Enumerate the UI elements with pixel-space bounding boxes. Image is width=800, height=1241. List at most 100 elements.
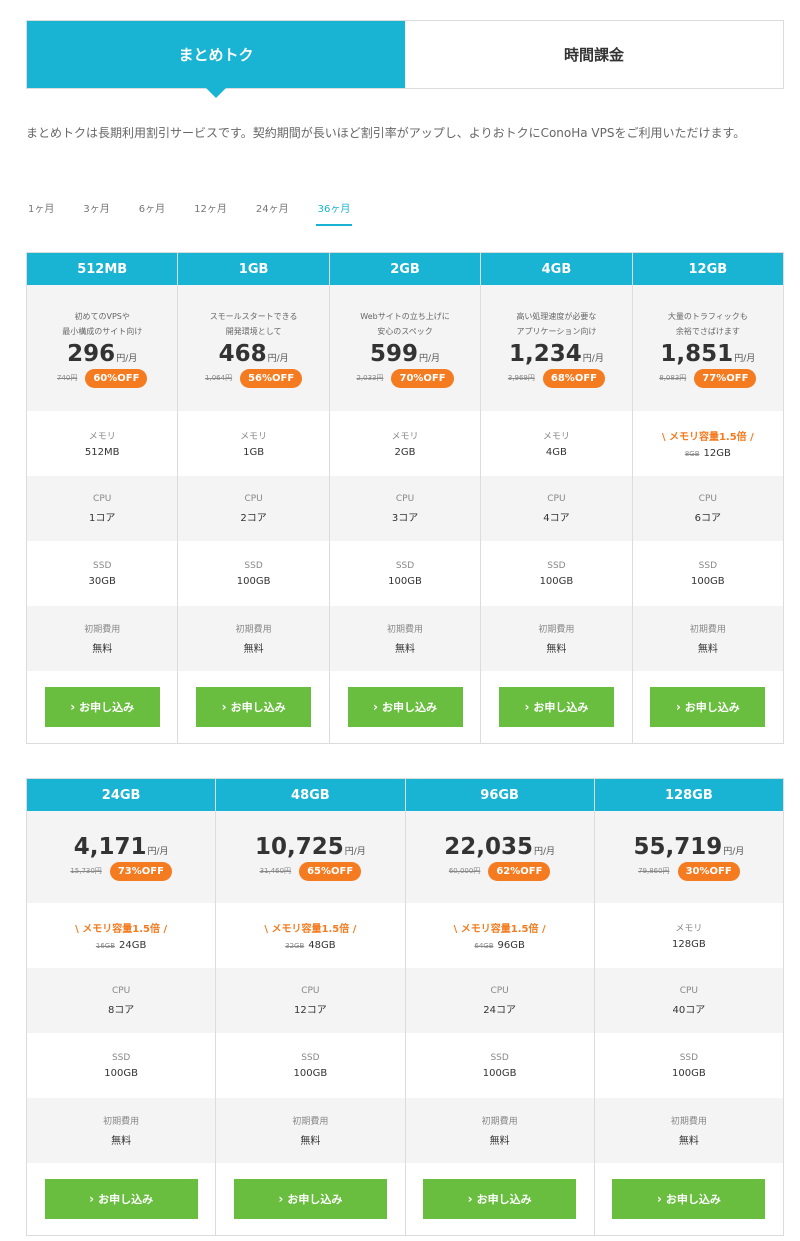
price-unit: 円/月 — [723, 846, 745, 857]
duration-1-month[interactable]: 1ヶ月 — [26, 200, 56, 226]
initial-cost-label: 初期費用 — [103, 1117, 140, 1127]
plan-tagline-line-1: 初めてのVPSや — [74, 311, 130, 321]
cpu-value: 6コア — [694, 512, 722, 524]
spec-cpu: CPU 40コア — [594, 968, 783, 1033]
spec-cpu: CPU 3コア — [329, 476, 481, 541]
duration-24-months[interactable]: 24ヶ月 — [254, 200, 291, 226]
initial-cost-label: 初期費用 — [689, 625, 726, 635]
spec-memory: メモリ 128GB — [595, 903, 783, 968]
cpu-label: CPU — [301, 985, 320, 996]
duration-3-months[interactable]: 3ヶ月 — [81, 200, 111, 226]
ssd-value: 100GB — [690, 575, 725, 587]
plan-tagline: スモールスタートできる 開発環境として — [210, 309, 298, 339]
ssd-value: 100GB — [672, 1067, 706, 1079]
apply-button[interactable]: › お申し込み — [650, 687, 766, 727]
spec-memory: \ メモリ容量1.5倍 / 8GB 12GB — [633, 411, 783, 476]
price-unit: 円/月 — [734, 353, 756, 364]
spec-cpu: CPU 8コア — [27, 968, 216, 1033]
spec-initial-cost: 初期費用 無料 — [178, 606, 329, 671]
cpu-value: 40コア — [672, 1004, 706, 1016]
plan-name: 96GB — [405, 779, 594, 811]
spec-memory: \ メモリ容量1.5倍 / 16GB 24GB — [27, 903, 215, 968]
apply-button-label: お申し込み — [79, 701, 135, 714]
original-price-line: 31,460円 65%OFF — [260, 861, 362, 881]
original-price-line: 740円 60%OFF — [57, 368, 148, 388]
cpu-label: CPU — [490, 985, 509, 996]
spec-ssd: SSD 100GB — [481, 541, 631, 606]
apply-button-label: お申し込み — [287, 1193, 343, 1206]
tab-hourly[interactable]: 時間課金 — [405, 21, 783, 88]
spec-initial-cost: 初期費用 無料 — [632, 606, 784, 671]
plan-tagline-line-1: 大量のトラフィックも — [667, 311, 748, 321]
spec-memory: メモリ 2GB — [330, 411, 480, 476]
apply-button[interactable]: › お申し込み — [233, 1179, 387, 1219]
apply-button-label: お申し込み — [476, 1193, 532, 1206]
duration-36-months[interactable]: 36ヶ月 — [315, 200, 353, 226]
initial-cost-value: 無料 — [111, 1136, 132, 1147]
apply-button-wrap: › お申し込み — [178, 671, 328, 743]
spec-memory: \ メモリ容量1.5倍 / 64GB 96GB — [406, 903, 594, 968]
apply-button-wrap: › お申し込み — [406, 1163, 594, 1235]
spec-initial-cost: 初期費用 無料 — [329, 606, 481, 671]
spec-memory: \ メモリ容量1.5倍 / 32GB 48GB — [216, 903, 404, 968]
original-price-line: 79,860円 30%OFF — [638, 861, 740, 881]
initial-cost-label: 初期費用 — [292, 1117, 329, 1127]
apply-button-wrap: › お申し込み — [633, 671, 783, 743]
plan-card: 2GB Webサイトの立ち上げに 安心のスペック 599 円/月 2,033円 70%OFF… — [329, 253, 482, 743]
plan-price: 296 — [67, 340, 116, 367]
plan-name: 12GB — [632, 253, 784, 285]
apply-button-label: お申し込み — [684, 701, 740, 714]
memory-value: 1GB — [243, 447, 265, 458]
plan-card: 48GB 10,725 円/月 31,460円 65%OFF \ メモリ容量1.5倍 / 3… — [216, 779, 406, 1235]
memory-promo-label: \ メモリ容量1.5倍 / — [661, 432, 754, 443]
cpu-label: CPU — [679, 985, 699, 996]
chevron-right-icon: › — [524, 700, 530, 714]
initial-cost-value: 無料 — [243, 644, 264, 655]
apply-button[interactable]: › お申し込み — [347, 687, 463, 727]
price-box: 大量のトラフィックも 余裕でさばけます 1,851 円/月 8,083円 77%OFF — [632, 285, 784, 411]
original-price-line: 2,033円 70%OFF — [356, 368, 454, 388]
duration-6-months[interactable]: 6ヶ月 — [137, 200, 167, 226]
memory-value-line: 8GB 12GB — [685, 448, 731, 459]
apply-button-wrap: › お申し込み — [27, 671, 177, 743]
chevron-right-icon: › — [89, 1192, 95, 1206]
plan-name: 48GB — [216, 779, 405, 811]
original-price: 79,860円 — [638, 867, 670, 875]
price-box: 初めてのVPSや 最小構成のサイト向け 296 円/月 740円 60%OFF — [27, 285, 178, 411]
price-line: 468 円/月 — [219, 341, 289, 367]
original-price-line: 15,730円 73%OFF — [70, 861, 172, 881]
plan-price: 4,171 — [73, 833, 147, 860]
plan-name: 1GB — [178, 253, 329, 285]
cpu-value: 24コア — [483, 1004, 516, 1016]
price-box: スモールスタートできる 開発環境として 468 円/月 1,064円 56%OFF — [178, 285, 329, 411]
chevron-right-icon: › — [373, 700, 378, 714]
memory-promo-label: \ メモリ容量1.5倍 / — [453, 924, 546, 935]
spec-ssd: SSD 100GB — [216, 1033, 404, 1098]
tab-matome-toku[interactable]: まとめトク — [27, 21, 405, 98]
plan-tagline-line-2: 開発環境として — [225, 326, 282, 336]
spec-cpu: CPU 24コア — [405, 968, 594, 1033]
plan-tagline: 高い処理速度が必要な アプリケーション向け — [516, 309, 596, 339]
original-price: 1,064円 — [205, 374, 233, 382]
cpu-label: CPU — [698, 493, 717, 504]
memory-promo-label: \ メモリ容量1.5倍 / — [264, 924, 357, 935]
plan-tagline-line-1: スモールスタートできる — [209, 311, 298, 321]
apply-button[interactable]: › お申し込み — [196, 687, 312, 727]
apply-button[interactable]: › お申し込み — [44, 687, 160, 727]
duration-12-months[interactable]: 12ヶ月 — [192, 200, 229, 226]
memory-old-value: 16GB — [95, 942, 116, 950]
apply-button-label: お申し込み — [230, 701, 286, 714]
plan-tagline: Webサイトの立ち上げに 安心のスペック — [360, 309, 449, 339]
apply-button[interactable]: › お申し込み — [498, 687, 614, 727]
apply-button[interactable]: › お申し込み — [44, 1179, 198, 1219]
memory-old-value: 32GB — [285, 942, 305, 950]
cpu-value: 4コア — [543, 512, 570, 524]
memory-value-line: 1GB — [243, 447, 264, 458]
spec-ssd: SSD 100GB — [330, 541, 480, 606]
apply-button[interactable]: › お申し込み — [612, 1179, 766, 1219]
price-line: 55,719 円/月 — [633, 834, 744, 860]
apply-button[interactable]: › お申し込み — [423, 1179, 577, 1219]
apply-button-label: お申し込み — [381, 701, 437, 714]
plan-card: 512MB 初めてのVPSや 最小構成のサイト向け 296 円/月 740円 60%OFF メ… — [27, 253, 179, 743]
initial-cost-label: 初期費用 — [481, 1117, 518, 1127]
